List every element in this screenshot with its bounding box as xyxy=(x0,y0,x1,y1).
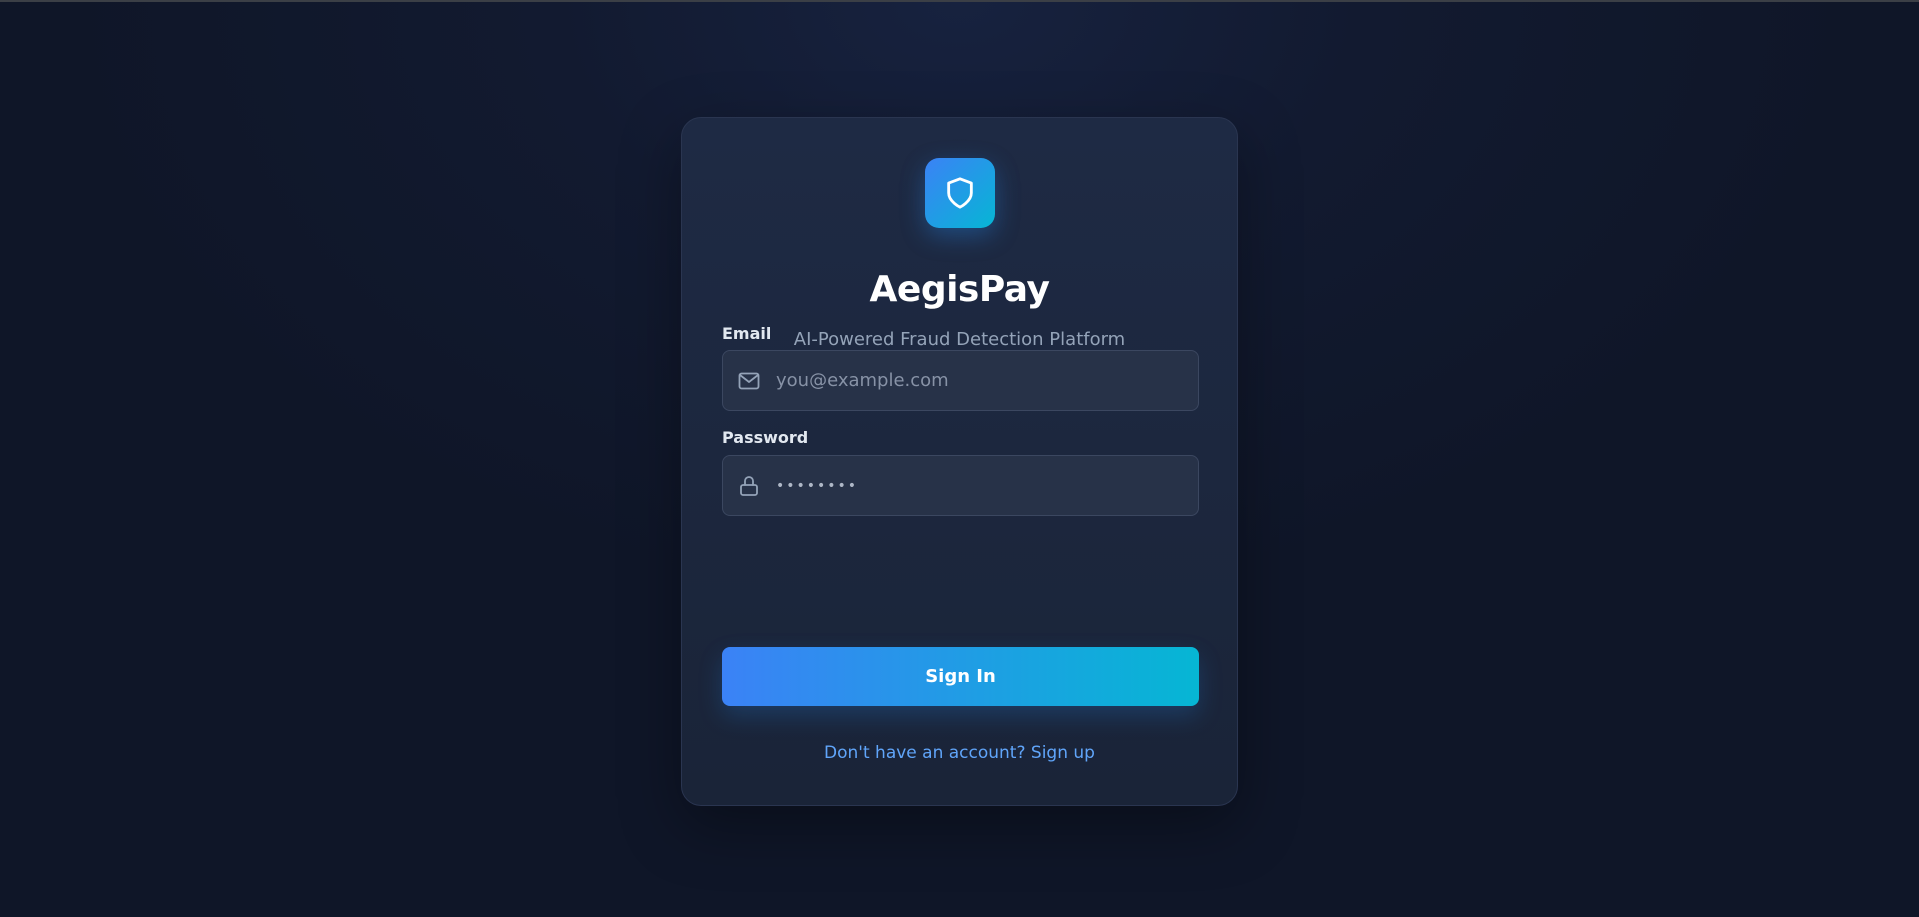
email-input[interactable] xyxy=(776,351,1198,410)
shield-icon xyxy=(947,177,973,209)
email-label: Email xyxy=(722,324,772,343)
mail-icon xyxy=(736,368,762,394)
sign-up-link[interactable]: Don't have an account? Sign up xyxy=(682,742,1237,764)
password-input[interactable] xyxy=(776,456,1198,515)
brand-logo xyxy=(925,158,995,228)
password-label: Password xyxy=(722,428,809,447)
login-card: AegisPay AI-Powered Fraud Detection Plat… xyxy=(681,117,1238,806)
app-title: AegisPay xyxy=(869,269,1050,310)
window-top-border xyxy=(0,0,1919,2)
email-field-container xyxy=(722,350,1199,411)
password-field-container xyxy=(722,455,1199,516)
lock-icon xyxy=(736,473,762,499)
sign-in-button[interactable]: Sign In xyxy=(722,647,1199,706)
